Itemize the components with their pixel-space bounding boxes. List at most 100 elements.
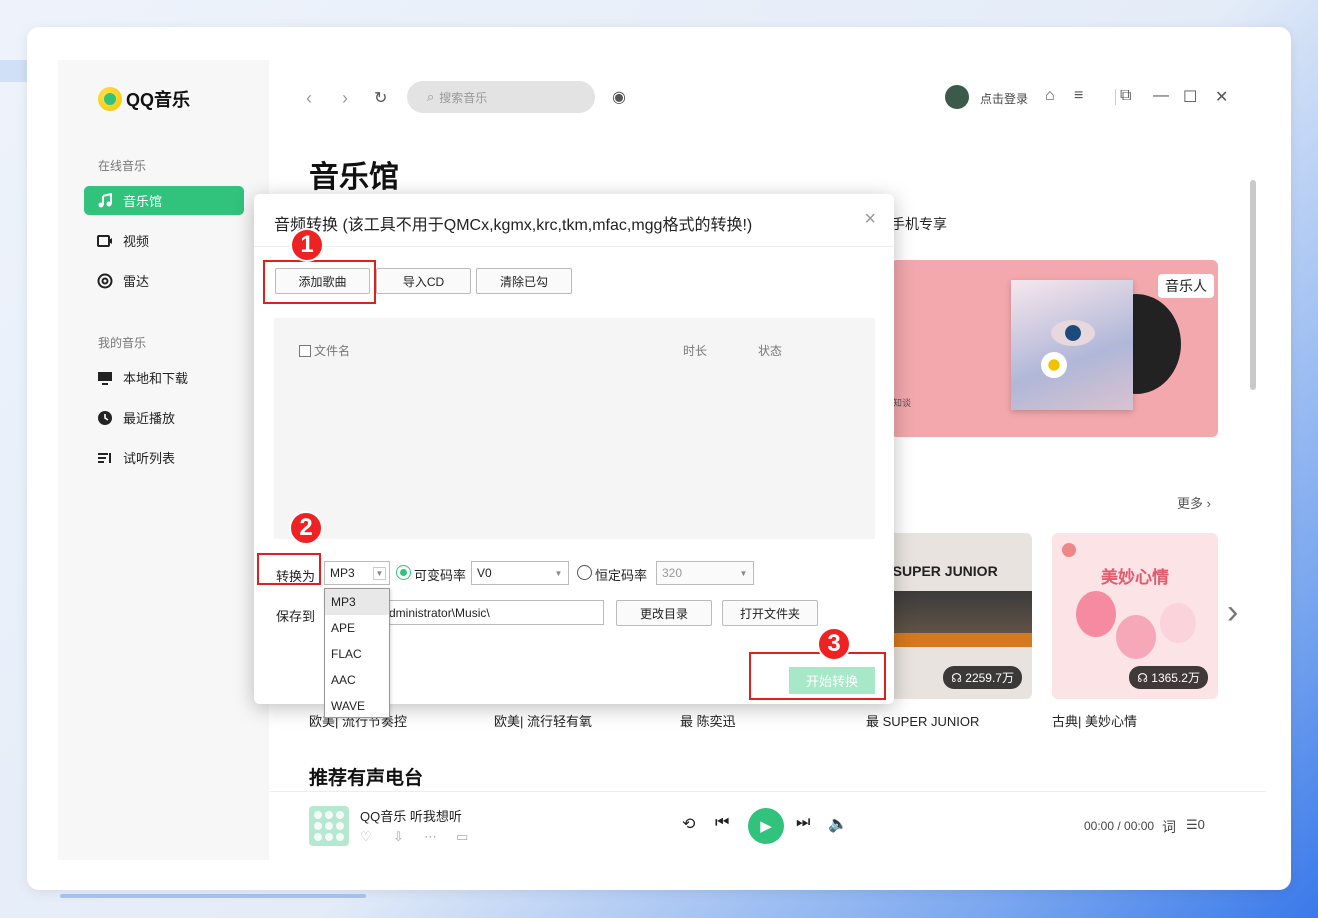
card-caption[interactable]: 最 SUPER JUNIOR [866, 711, 979, 730]
loop-icon[interactable]: ⟲ [682, 814, 695, 834]
card-caption[interactable]: 最 陈奕迅 [680, 711, 736, 730]
chevron-right-icon[interactable]: › [1227, 593, 1238, 632]
banner-subtext: 知谈 [893, 398, 912, 408]
constant-bitrate-radio[interactable] [577, 565, 592, 580]
app-logo[interactable]: QQ音乐 [98, 86, 190, 112]
sidebar-item-recent[interactable]: 最近播放 [84, 403, 244, 432]
format-option-mp3[interactable]: MP3 [325, 589, 389, 615]
more-link[interactable]: 更多 › [1177, 493, 1211, 512]
voice-search-icon[interactable]: ◉ [612, 87, 626, 107]
queue-count: 0 [1197, 817, 1205, 832]
comment-icon[interactable]: ▭ [456, 829, 468, 845]
toolbar-divider [1115, 89, 1116, 105]
card-caption[interactable]: 古典| 美妙心情 [1052, 711, 1137, 730]
avatar[interactable] [945, 85, 969, 109]
mini-mode-icon[interactable]: ⧉ [1120, 87, 1131, 105]
lyric-button[interactable]: 词 [1162, 817, 1176, 837]
card-title: 美妙心情 [1101, 568, 1169, 587]
music-note-icon [97, 192, 113, 209]
menu-icon[interactable]: ≡ [1074, 87, 1083, 105]
app-name: QQ音乐 [126, 90, 191, 110]
play-time: 00:00 / 00:00 [1084, 819, 1155, 833]
open-folder-button[interactable]: 打开文件夹 [722, 600, 818, 626]
balloon [1160, 603, 1196, 643]
more-icon[interactable]: ⋯ [424, 829, 437, 845]
flower-artwork [1041, 352, 1067, 378]
close-icon[interactable]: × [864, 208, 876, 231]
banner[interactable]: 知谈 音乐人 [891, 260, 1218, 437]
dialog-title: 音频转换 (该工具不用于QMCx,kgmx,krc,tkm,mfac,mgg格式… [274, 217, 753, 234]
background-bar [60, 894, 366, 898]
format-dropdown-menu: MP3 APE FLAC AAC WAVE [324, 588, 390, 718]
variable-bitrate-label: 可变码率 [414, 568, 467, 583]
album-cover [1011, 280, 1133, 410]
close-icon[interactable]: ✕ [1215, 87, 1228, 107]
queue-button[interactable]: ☰0 [1186, 817, 1205, 833]
sidebar-item-label: 最近播放 [123, 411, 176, 426]
format-option-wave[interactable]: WAVE [325, 693, 389, 719]
skin-icon[interactable]: ⌂ [1045, 87, 1055, 105]
play-icon: ▶ [760, 818, 772, 835]
search-input[interactable]: ⌕ 搜索音乐 [407, 81, 595, 113]
page-title: 音乐馆 [309, 161, 399, 194]
sidebar-item-trial-list[interactable]: 试听列表 [84, 443, 244, 472]
more-label: 更多 [1177, 496, 1204, 511]
like-icon[interactable]: ♡ [360, 829, 372, 845]
save-path-field[interactable]: dministrator\Music\ [384, 600, 604, 625]
playlist-card-wonderful-mood[interactable]: 美妙心情 ☊ 1365.2万 [1052, 533, 1218, 699]
sidebar-item-music-hall[interactable]: 音乐馆 [84, 186, 244, 215]
maximize-icon[interactable]: ☐ [1183, 87, 1197, 107]
annotation-number-1: 1 [290, 228, 324, 262]
format-option-aac[interactable]: AAC [325, 667, 389, 693]
annotation-box-1 [263, 260, 376, 304]
section-title-radio: 推荐有声电台 [309, 768, 424, 789]
song-cover[interactable] [309, 806, 349, 846]
chevron-down-icon: ▼ [554, 569, 563, 578]
previous-icon[interactable]: ⏮ [715, 814, 729, 832]
sidebar-item-label: 视频 [123, 234, 150, 249]
login-link[interactable]: 点击登录 [980, 90, 1028, 107]
sidebar-item-radar[interactable]: 雷达 [84, 266, 244, 295]
variable-bitrate-radio[interactable] [396, 565, 411, 580]
format-select[interactable]: MP3 ▼ [324, 561, 390, 585]
select-all-checkbox[interactable] [299, 345, 311, 357]
sidebar-item-video[interactable]: 视频 [84, 226, 244, 255]
forward-arrow-icon[interactable]: › [342, 88, 348, 109]
format-option-ape[interactable]: APE [325, 615, 389, 641]
filename-header[interactable]: 文件名 [299, 342, 350, 359]
sidebar-item-local-download[interactable]: 本地和下载 [84, 363, 244, 392]
top-bar: ‹ › ↻ ⌕ 搜索音乐 ◉ 点击登录 ⌂ ≡ ⧉ — ☐ ✕ [269, 60, 1266, 134]
minimize-icon[interactable]: — [1153, 87, 1169, 105]
search-icon: ⌕ [427, 89, 435, 104]
play-button[interactable]: ▶ [748, 808, 784, 844]
clock-icon [97, 410, 113, 426]
refresh-icon[interactable]: ↻ [374, 88, 387, 108]
balloon [1116, 615, 1156, 659]
constant-bitrate-value: 320 [662, 566, 683, 580]
status-header: 状态 [758, 344, 783, 358]
annotation-box-3 [749, 652, 886, 700]
change-directory-button[interactable]: 更改目录 [616, 600, 712, 626]
card-caption[interactable]: 欧美| 流行轻有氧 [494, 711, 592, 730]
song-title[interactable]: QQ音乐 听我想听 [360, 806, 462, 825]
download-icon[interactable]: ⇩ [393, 829, 404, 845]
format-value: MP3 [330, 566, 355, 580]
tab-mobile-exclusive[interactable]: 手机专享 [891, 214, 947, 234]
constant-bitrate-select[interactable]: 320 ▼ [656, 561, 754, 585]
file-list[interactable]: 文件名 时长 状态 [274, 318, 875, 539]
headphone-icon: ☊ [951, 671, 962, 685]
clear-checked-button[interactable]: 清除已勾 [476, 268, 572, 294]
monitor-icon [97, 370, 113, 386]
format-option-flac[interactable]: FLAC [325, 641, 389, 667]
back-arrow-icon[interactable]: ‹ [306, 88, 312, 109]
queue-icon: ☰ [1186, 817, 1198, 832]
variable-bitrate-select[interactable]: V0 ▼ [471, 561, 569, 585]
sidebar-item-label: 音乐馆 [123, 194, 163, 209]
next-icon[interactable]: ⏭ [796, 814, 810, 832]
volume-icon[interactable]: 🔈 [828, 814, 848, 834]
annotation-box-2 [257, 553, 321, 585]
scrollbar[interactable] [1250, 180, 1256, 390]
import-cd-button[interactable]: 导入CD [376, 268, 471, 294]
chevron-right-icon: › [1206, 496, 1211, 511]
my-music-label: 我的音乐 [98, 336, 147, 350]
